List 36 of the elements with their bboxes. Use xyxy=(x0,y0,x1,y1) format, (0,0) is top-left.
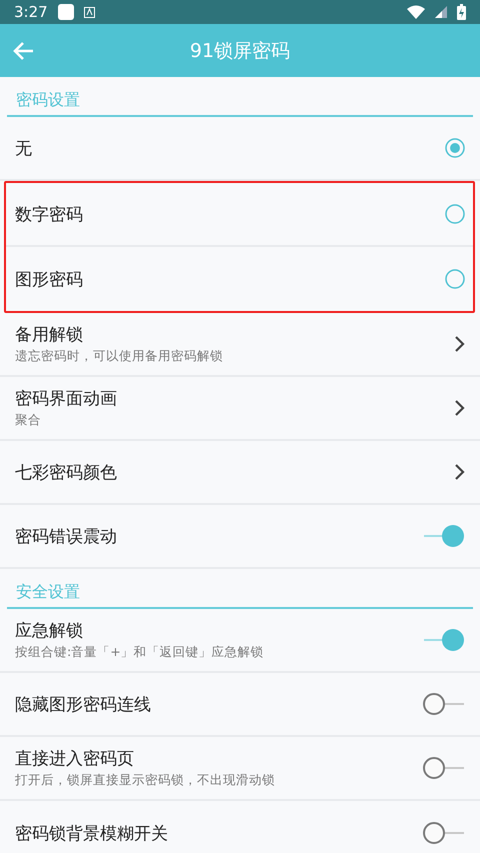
chevron-right-icon xyxy=(454,335,466,353)
signal-icon xyxy=(435,6,447,18)
setting-description: 打开后，锁屏直接显示密码锁，不出现滑动锁 xyxy=(15,772,276,789)
setting-title: 无 xyxy=(15,138,33,160)
back-arrow-icon[interactable] xyxy=(12,40,34,60)
setting-title: 直接进入密码页 xyxy=(15,748,135,770)
setting-title: 密码锁背景模糊开关 xyxy=(15,822,169,844)
app-title: 91锁屏密码 xyxy=(190,40,290,62)
chevron-right-icon xyxy=(454,399,466,417)
radio-button[interactable] xyxy=(444,137,466,159)
battery-icon xyxy=(457,4,466,20)
chevron-right-icon xyxy=(454,463,466,481)
wifi-icon xyxy=(407,5,425,19)
setting-title: 七彩密码颜色 xyxy=(15,462,118,484)
toggle-switch[interactable] xyxy=(422,523,466,549)
toggle-switch[interactable] xyxy=(422,691,466,717)
setting-title: 图形密码 xyxy=(15,268,84,290)
section-header: 安全设置 xyxy=(15,582,80,603)
setting-description: 聚合 xyxy=(15,412,42,429)
radio-button[interactable] xyxy=(444,203,466,225)
setting-title: 数字密码 xyxy=(15,204,84,226)
setting-title: 密码界面动画 xyxy=(15,388,118,410)
status-time: 3:27 xyxy=(14,3,48,21)
radio-button[interactable] xyxy=(444,268,466,290)
setting-title: 应急解锁 xyxy=(15,620,84,642)
setting-title: 备用解锁 xyxy=(15,324,84,346)
setting-description: 按组合键:音量「+」和「返回键」应急解锁 xyxy=(15,644,265,661)
toggle-switch[interactable] xyxy=(422,820,466,846)
toggle-switch[interactable] xyxy=(422,755,466,781)
section-header: 密码设置 xyxy=(15,90,80,111)
notification-icon xyxy=(58,4,74,20)
setting-title: 密码错误震动 xyxy=(15,526,118,548)
toggle-switch[interactable] xyxy=(422,627,466,653)
setting-title: 隐藏图形密码连线 xyxy=(15,694,152,716)
setting-description: 遗忘密码时，可以使用备用密码解锁 xyxy=(15,348,224,365)
notification-icon xyxy=(84,6,95,18)
